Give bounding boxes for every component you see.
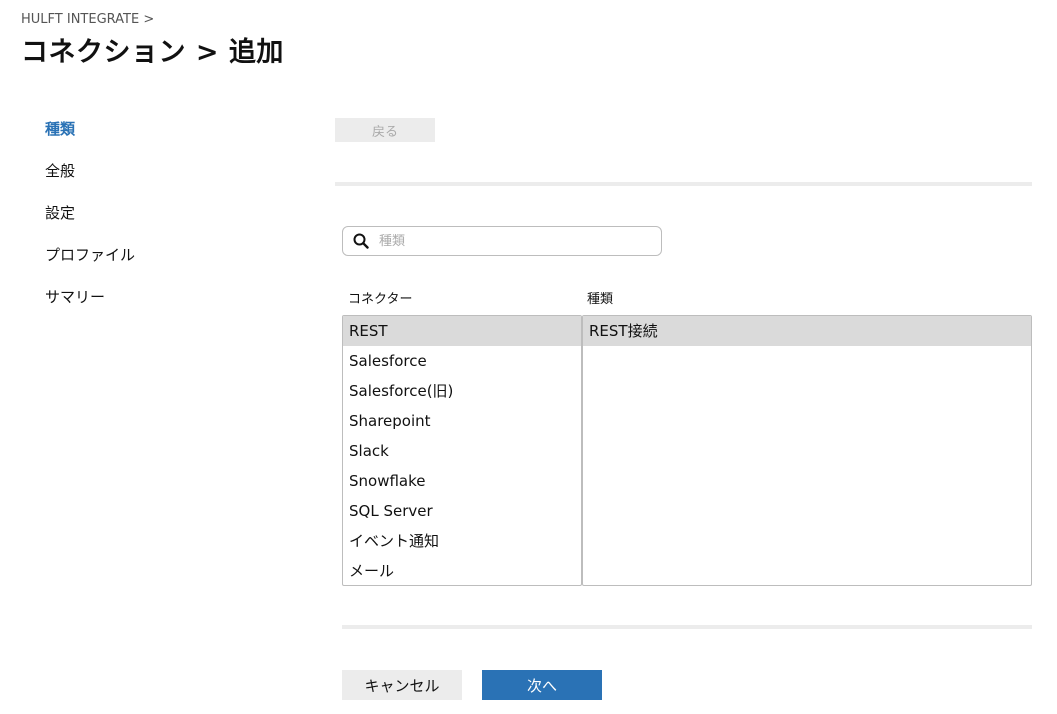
connector-item-snowflake[interactable]: Snowflake	[343, 466, 581, 496]
cancel-button[interactable]: キャンセル	[342, 670, 462, 700]
connector-column-header: コネクター	[348, 292, 413, 307]
step-settings[interactable]: 設定	[45, 202, 245, 244]
connector-item-sql-server[interactable]: SQL Server	[343, 496, 581, 526]
connector-item-salesforce[interactable]: Salesforce	[343, 346, 581, 376]
step-summary[interactable]: サマリー	[45, 286, 245, 328]
next-button[interactable]: 次へ	[482, 670, 602, 700]
bottom-divider	[342, 625, 1032, 629]
connector-list: REST Salesforce Salesforce(旧) Sharepoint…	[342, 315, 582, 586]
connector-item-salesforce-legacy[interactable]: Salesforce(旧)	[343, 376, 581, 406]
step-general[interactable]: 全般	[45, 160, 245, 202]
top-divider	[335, 182, 1032, 186]
breadcrumb[interactable]: HULFT INTEGRATE >	[21, 12, 154, 27]
step-navigation: 種類 全般 設定 プロファイル サマリー	[45, 118, 245, 328]
connector-item-rest[interactable]: REST	[343, 316, 581, 346]
connector-item-event-notification[interactable]: イベント通知	[343, 526, 581, 556]
step-type[interactable]: 種類	[45, 118, 245, 160]
connector-item-sharepoint[interactable]: Sharepoint	[343, 406, 581, 436]
connector-item-mail[interactable]: メール	[343, 556, 581, 585]
page-title: コネクション > 追加	[21, 37, 284, 68]
connector-item-slack[interactable]: Slack	[343, 436, 581, 466]
search-icon	[353, 233, 369, 249]
search-box	[342, 226, 662, 256]
type-list: REST接続	[582, 315, 1032, 586]
back-button[interactable]: 戻る	[335, 118, 435, 142]
type-column-header: 種類	[587, 292, 614, 307]
search-input[interactable]	[379, 233, 639, 249]
type-item-rest-connection[interactable]: REST接続	[583, 316, 1031, 346]
step-profile[interactable]: プロファイル	[45, 244, 245, 286]
